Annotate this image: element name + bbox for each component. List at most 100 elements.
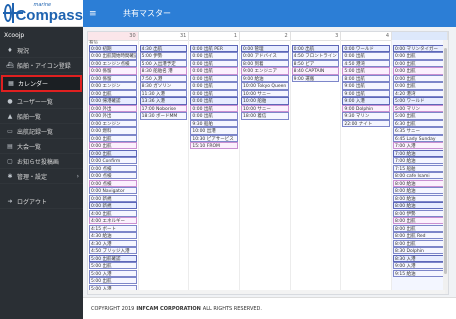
sidebar-item-ship-register[interactable]: ⛴ 船舶・アイコン登録	[0, 58, 83, 73]
calendar-event[interactable]: 8:30 船舶名 港	[139, 67, 188, 75]
calendar-event[interactable]: 8:00 出航	[393, 239, 446, 247]
calendar-event[interactable]: 9:00 エンジニア	[241, 67, 289, 75]
calendar-event[interactable]: 0:00 出航	[393, 74, 446, 83]
menu-icon[interactable]: ≡	[89, 9, 105, 19]
calendar-event[interactable]: 11:30 入港	[139, 89, 188, 98]
calendar-event[interactable]: 5:00 出航確認	[89, 254, 137, 262]
calendar-event[interactable]: 0:00 係留	[89, 67, 137, 75]
calendar-event[interactable]: 9:30 マリン	[342, 112, 390, 120]
calendar-event[interactable]: 0:00 管理	[241, 45, 289, 53]
calendar-event[interactable]: 7:50 入港	[139, 74, 188, 83]
calendar-event[interactable]: 0:00 新規	[89, 194, 137, 202]
calendar-event[interactable]: 6:30 出航	[393, 119, 446, 128]
calendar-event[interactable]: 4:30 給油	[89, 232, 137, 240]
calendar-event[interactable]: 4:50 ブリッジ入港	[89, 247, 137, 255]
calendar-event[interactable]: 10:00 船舶	[241, 97, 289, 105]
calendar-event[interactable]: 0:00 出航	[190, 97, 238, 105]
calendar-event[interactable]: 0:00 エンジン	[89, 119, 137, 128]
calendar-event[interactable]: 4:15 ボート	[89, 224, 137, 232]
calendar-event[interactable]: 4:30 出航	[139, 45, 188, 53]
calendar-event[interactable]: 0:00 出航	[190, 82, 238, 90]
calendar-event[interactable]: 17:00 Noborise	[139, 104, 188, 113]
calendar-event[interactable]: 5:00 マリン	[393, 104, 446, 113]
calendar-event[interactable]: 0:00 出航 PER	[190, 45, 238, 53]
calendar-event[interactable]: 0:00 出航	[89, 149, 137, 157]
sidebar-item-settings[interactable]: ✱ 管理・設定 ›	[0, 169, 83, 184]
calendar-event[interactable]: 0:00 点検	[89, 164, 137, 172]
calendar-event[interactable]: 8:50 ピア	[291, 59, 340, 68]
calendar-event[interactable]: 0:00 燃料	[89, 127, 137, 135]
calendar-event[interactable]: 0:00 出航	[393, 59, 446, 68]
sidebar-item-users[interactable]: ● ユーザー一覧	[0, 94, 83, 109]
logo[interactable]: marine Compass	[0, 0, 83, 27]
calendar-event[interactable]: 0:00 出航	[190, 74, 238, 83]
calendar-event[interactable]: 0:00 外出	[89, 112, 137, 120]
calendar-event[interactable]: 0:00 出航	[190, 59, 238, 68]
calendar-event[interactable]: 7:00 入港	[393, 142, 446, 150]
calendar-event[interactable]: 18:00 着信	[241, 112, 289, 120]
calendar-event[interactable]: 4:20 港湾	[393, 89, 446, 98]
sidebar-item-notices[interactable]: ▢ お知らせ投稿画	[0, 154, 83, 169]
calendar-event[interactable]: 0:00 出航	[393, 67, 446, 75]
calendar-event[interactable]: 0:00 ワールド	[342, 45, 390, 53]
calendar-event[interactable]: 8:00 出航	[393, 224, 446, 232]
calendar-event[interactable]: 0:00 新規	[89, 202, 137, 210]
calendar-event[interactable]: 9:00 出航	[342, 82, 390, 90]
calendar-event[interactable]: 8:00 出航	[393, 217, 446, 225]
calendar-event[interactable]: 0:00 係留	[89, 74, 137, 83]
calendar-event[interactable]: 8:00 給油	[393, 202, 446, 210]
calendar-event[interactable]: 7:00 給油	[393, 157, 446, 165]
calendar-event[interactable]: 10:00 出港	[190, 127, 238, 135]
calendar-event[interactable]: 10:00 サニー	[241, 104, 289, 113]
calendar-event[interactable]: 22:00 ナイト	[342, 119, 390, 128]
calendar-event[interactable]: 6:35 サニー	[393, 127, 446, 135]
calendar-event[interactable]: 4:00 出航	[89, 209, 137, 217]
calendar-event[interactable]: 9:00 入港	[342, 97, 390, 105]
horizontal-scrollbar[interactable]	[88, 290, 445, 294]
calendar-event[interactable]: 0:00 出航	[89, 142, 137, 150]
calendar-event[interactable]: 0:00 外出	[89, 104, 137, 113]
sidebar-item-status[interactable]: ♦ 現況	[0, 43, 83, 58]
calendar-event[interactable]: 5:00 出航	[342, 67, 390, 75]
calendar-event[interactable]: 5:00 出航	[393, 112, 446, 120]
calendar-event[interactable]: 8:00 給油	[393, 179, 446, 187]
calendar-event[interactable]: 5:00 入港	[89, 269, 137, 277]
calendar-event[interactable]: 5:00 出航	[89, 277, 137, 285]
calendar-event[interactable]: 7:15 船舶	[393, 164, 446, 172]
calendar-event[interactable]: 0:00 点検	[89, 179, 137, 187]
calendar-event[interactable]: 8:00 到着	[241, 59, 289, 68]
calendar-event[interactable]: 0:00 アドバイス	[241, 52, 289, 60]
calendar-event[interactable]: 0:00 Confirm	[89, 157, 137, 165]
calendar-event[interactable]: 0:00 出航	[190, 89, 238, 98]
calendar-event[interactable]: 9:30 船舶	[190, 119, 238, 128]
vertical-scrollbar[interactable]	[443, 40, 448, 294]
calendar-event[interactable]: 0:00 出航	[89, 89, 137, 98]
calendar-event[interactable]: 0:00 エンジン点検	[89, 59, 137, 68]
logout-button[interactable]: ➜ ログアウト	[0, 194, 83, 209]
calendar-event[interactable]: 8:00 伊勢	[393, 209, 446, 217]
calendar-event[interactable]: 4:30 入港	[89, 239, 137, 247]
calendar-event[interactable]: 5:00 伊勢	[139, 52, 188, 60]
calendar-event[interactable]: 6:45 Lady Sunday	[393, 134, 446, 142]
calendar-event[interactable]: 9:00 入港	[393, 262, 446, 270]
calendar-event[interactable]: 8:30 ガソリン	[139, 82, 188, 90]
calendar-event[interactable]: 8:00 cafe Isami	[393, 172, 446, 180]
calendar-event[interactable]: 10:30 ピアサービス	[190, 134, 238, 142]
calendar-event[interactable]: 9:15 給油	[393, 269, 446, 277]
sidebar-item-events[interactable]: ▤ 大会一覧	[0, 139, 83, 154]
calendar-event[interactable]: 0:00 出航	[342, 52, 390, 60]
calendar-event[interactable]: 0:00 出航開始時間確認	[89, 52, 137, 60]
calendar-event[interactable]: 7:00 給油	[393, 149, 446, 157]
calendar-event[interactable]: 0:00 出航	[190, 67, 238, 75]
calendar-event[interactable]: 8:00 出航	[342, 74, 390, 83]
calendar-event[interactable]: 0:00 出航	[89, 134, 137, 142]
calendar-event[interactable]: 0:00 出航	[393, 52, 446, 60]
calendar-event[interactable]: 5:00 出航	[89, 262, 137, 270]
calendar-event[interactable]: 9:00 運搬	[291, 74, 340, 83]
calendar-event[interactable]: 0:00 出航	[291, 45, 340, 53]
calendar-event[interactable]: 10:00 サニー	[241, 89, 289, 98]
sidebar-item-departures[interactable]: ▭ 出航記録一覧	[0, 124, 83, 139]
calendar-event[interactable]: 8:30 Dolphin	[393, 247, 446, 255]
calendar-event[interactable]: 0:00 Navigator	[89, 187, 137, 195]
calendar-event[interactable]: 0:00 出航	[190, 52, 238, 60]
